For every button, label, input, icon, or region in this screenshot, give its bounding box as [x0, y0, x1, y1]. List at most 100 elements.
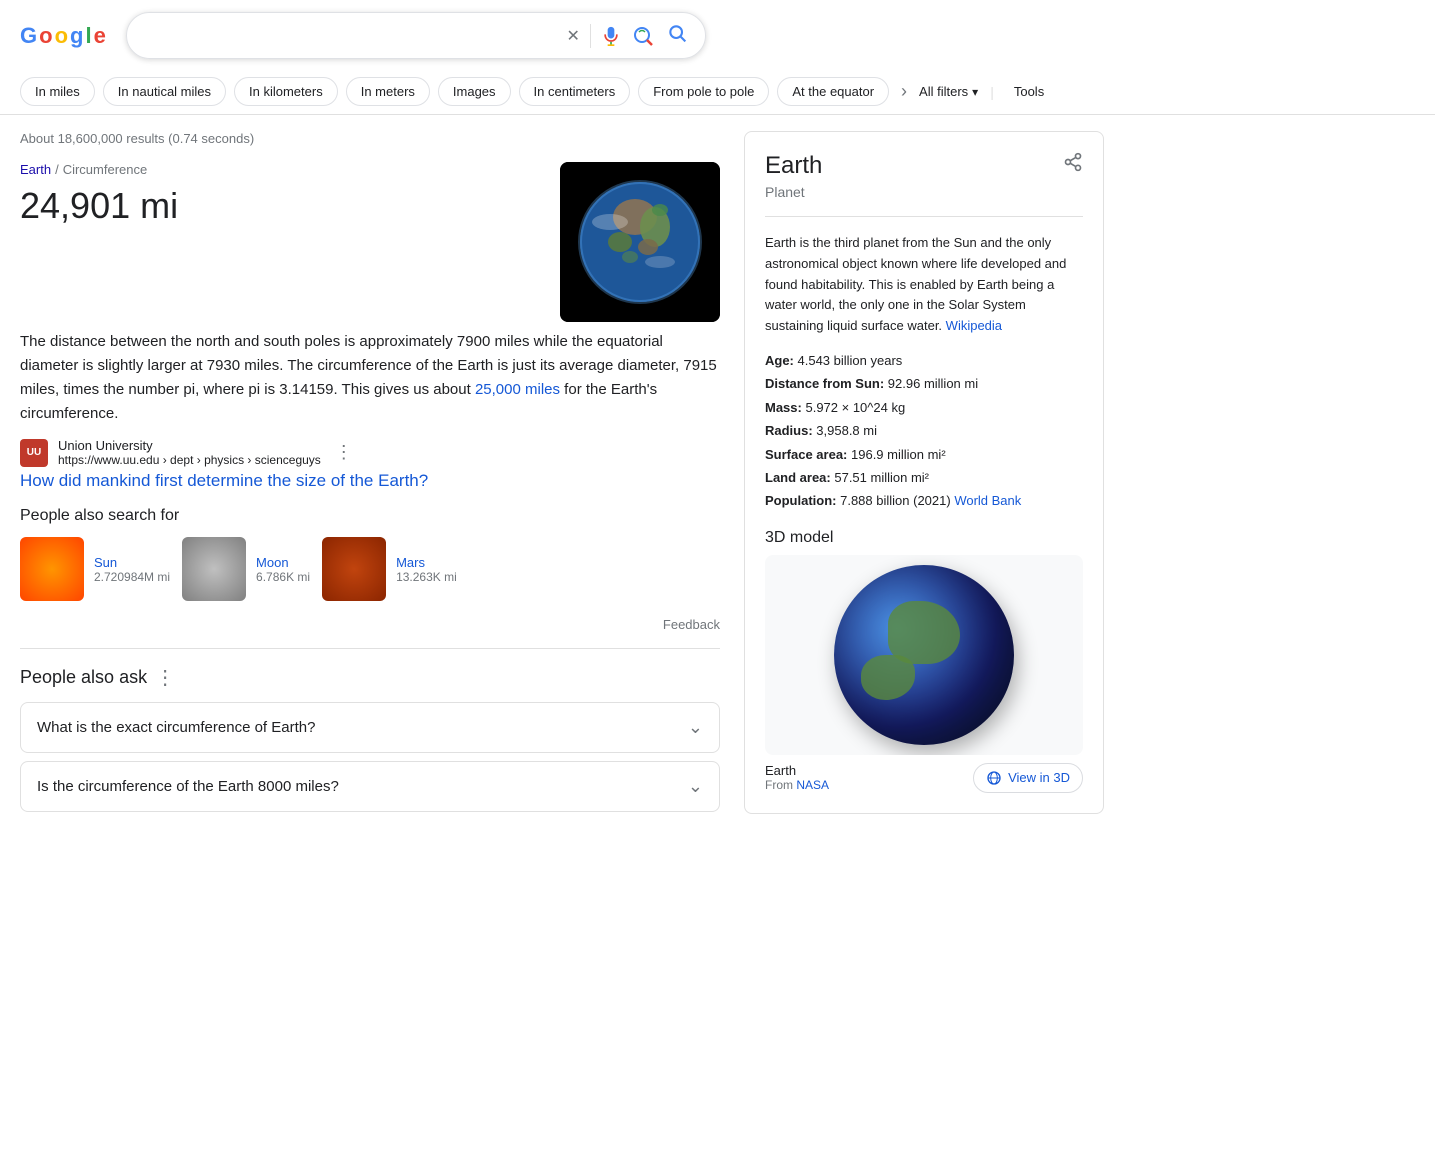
kp-share-button[interactable] — [1063, 152, 1083, 175]
kp-title: Earth — [765, 152, 822, 180]
earth-image — [560, 162, 720, 322]
mars-info: Mars 13.263K mi — [396, 555, 457, 584]
google-lens-icon[interactable] — [631, 24, 655, 48]
chip-in-nautical-miles[interactable]: In nautical miles — [103, 77, 226, 106]
people-also-search-title: People also search for — [20, 507, 720, 525]
moon-image — [182, 537, 246, 601]
wikipedia-link[interactable]: Wikipedia — [946, 318, 1002, 333]
knowledge-panel: Earth Planet Earth is the third planet f… — [744, 131, 1104, 814]
kp-3d-globe — [834, 565, 1014, 745]
chip-at-the-equator[interactable]: At the equator — [777, 77, 889, 106]
paa-item-1[interactable]: What is the exact circumference of Earth… — [20, 702, 720, 753]
search-bar: what is the circumference of the earth ✕ — [126, 12, 706, 59]
kp-3d-label: Earth — [765, 763, 829, 778]
breadcrumb-page: Circumference — [63, 162, 148, 177]
view-3d-icon — [986, 770, 1002, 786]
kp-fact-population: Population: 7.888 billion (2021) World B… — [765, 489, 1083, 512]
right-column: Earth Planet Earth is the third planet f… — [744, 131, 1104, 820]
people-also-search-section: People also search for Sun 2.720984M mi … — [20, 507, 720, 601]
clear-icon[interactable]: ✕ — [566, 26, 579, 46]
people-card-sun[interactable]: Sun 2.720984M mi — [20, 537, 170, 601]
kp-3d-label-group: Earth From NASA — [765, 763, 829, 792]
kp-fact-radius: Radius: 3,958.8 mi — [765, 419, 1083, 442]
world-bank-link[interactable]: World Bank — [954, 493, 1021, 508]
paa-title: People also ask — [20, 667, 147, 688]
chip-in-centimeters[interactable]: In centimeters — [519, 77, 631, 106]
source-menu-icon[interactable]: ⋮ — [335, 442, 353, 463]
people-cards: Sun 2.720984M mi Moon 6.786K mi — [20, 537, 720, 601]
moon-name[interactable]: Moon — [256, 555, 310, 570]
related-link[interactable]: How did mankind first determine the size… — [20, 471, 720, 491]
results-count: About 18,600,000 results (0.74 seconds) — [20, 131, 720, 146]
kp-3d-footer: Earth From NASA View in 3D — [765, 763, 1083, 793]
people-card-mars[interactable]: Mars 13.263K mi — [322, 537, 457, 601]
nasa-link[interactable]: NASA — [796, 778, 829, 792]
view-in-3d-label: View in 3D — [1008, 770, 1070, 785]
all-filters-button[interactable]: All filters ▾ — [919, 84, 978, 99]
chip-from-pole-to-pole[interactable]: From pole to pole — [638, 77, 769, 106]
main-layout: About 18,600,000 results (0.74 seconds) … — [0, 115, 1200, 836]
paa-item-2[interactable]: Is the circumference of the Earth 8000 m… — [20, 761, 720, 812]
answer-value: 24,901 mi — [20, 185, 178, 227]
people-also-ask-section: People also ask ⋮ What is the exact circ… — [20, 648, 720, 812]
kp-3d-source: From NASA — [765, 778, 829, 792]
kp-fact-surface-area: Surface area: 196.9 million mi² — [765, 443, 1083, 466]
sun-image — [20, 537, 84, 601]
breadcrumb-separator: / — [55, 162, 59, 177]
featured-snippet: Earth / Circumference 24,901 mi — [20, 162, 720, 491]
google-logo: Google — [20, 23, 106, 49]
header: Google what is the circumference of the … — [0, 0, 1435, 115]
paa-expand-2-icon: ⌄ — [688, 776, 703, 797]
highlight-link[interactable]: 25,000 miles — [475, 381, 560, 398]
kp-3d-title: 3D model — [765, 529, 1083, 547]
mars-name[interactable]: Mars — [396, 555, 457, 570]
search-bar-row: Google what is the circumference of the … — [20, 12, 1415, 59]
description-text: The distance between the north and south… — [20, 330, 720, 426]
kp-fact-land-area: Land area: 57.51 million mi² — [765, 466, 1083, 489]
left-column: About 18,600,000 results (0.74 seconds) … — [20, 131, 720, 820]
search-button[interactable] — [665, 21, 689, 50]
more-chips-button[interactable]: › — [897, 77, 911, 106]
paa-question-2: Is the circumference of the Earth 8000 m… — [37, 778, 339, 795]
earth-svg — [560, 162, 720, 322]
breadcrumb-entity-link[interactable]: Earth — [20, 162, 51, 177]
moon-sub: 6.786K mi — [256, 570, 310, 584]
people-card-moon[interactable]: Moon 6.786K mi — [182, 537, 310, 601]
filter-chevron-icon: ▾ — [972, 85, 978, 99]
divider — [590, 24, 591, 48]
chips-row: In miles In nautical miles In kilometers… — [20, 69, 1415, 114]
breadcrumb[interactable]: Earth / Circumference — [20, 162, 178, 177]
kp-fact-distance: Distance from Sun: 92.96 million mi — [765, 372, 1083, 395]
paa-options-icon[interactable]: ⋮ — [155, 665, 175, 690]
sun-name[interactable]: Sun — [94, 555, 170, 570]
paa-header: People also ask ⋮ — [20, 665, 720, 690]
kp-fact-mass: Mass: 5.972 × 10^24 kg — [765, 396, 1083, 419]
source-name: Union University — [58, 438, 321, 453]
kp-divider-1 — [765, 216, 1083, 217]
kp-fact-age: Age: 4.543 billion years — [765, 349, 1083, 372]
sun-info: Sun 2.720984M mi — [94, 555, 170, 584]
feedback-link[interactable]: Feedback — [663, 617, 720, 632]
all-filters-label: All filters — [919, 84, 968, 99]
moon-info: Moon 6.786K mi — [256, 555, 310, 584]
chip-in-meters[interactable]: In meters — [346, 77, 430, 106]
kp-3d-globe-container — [765, 555, 1083, 755]
share-icon — [1063, 152, 1083, 172]
globe-land-2 — [861, 655, 915, 700]
chip-in-kilometers[interactable]: In kilometers — [234, 77, 338, 106]
source-info: Union University https://www.uu.edu › de… — [58, 438, 321, 467]
chip-images[interactable]: Images — [438, 77, 511, 106]
divider-vertical: | — [990, 84, 994, 100]
chip-in-miles[interactable]: In miles — [20, 77, 95, 106]
kp-facts: Age: 4.543 billion years Distance from S… — [765, 349, 1083, 513]
tools-button[interactable]: Tools — [1014, 84, 1044, 99]
mars-image — [322, 537, 386, 601]
view-in-3d-button[interactable]: View in 3D — [973, 763, 1083, 793]
paa-expand-1-icon: ⌄ — [688, 717, 703, 738]
source-url: https://www.uu.edu › dept › physics › sc… — [58, 453, 321, 467]
search-input[interactable]: what is the circumference of the earth — [143, 27, 557, 45]
mic-icon[interactable] — [601, 26, 621, 46]
feedback-row: Feedback — [20, 617, 720, 632]
source-row: UU Union University https://www.uu.edu ›… — [20, 438, 720, 467]
mars-sub: 13.263K mi — [396, 570, 457, 584]
